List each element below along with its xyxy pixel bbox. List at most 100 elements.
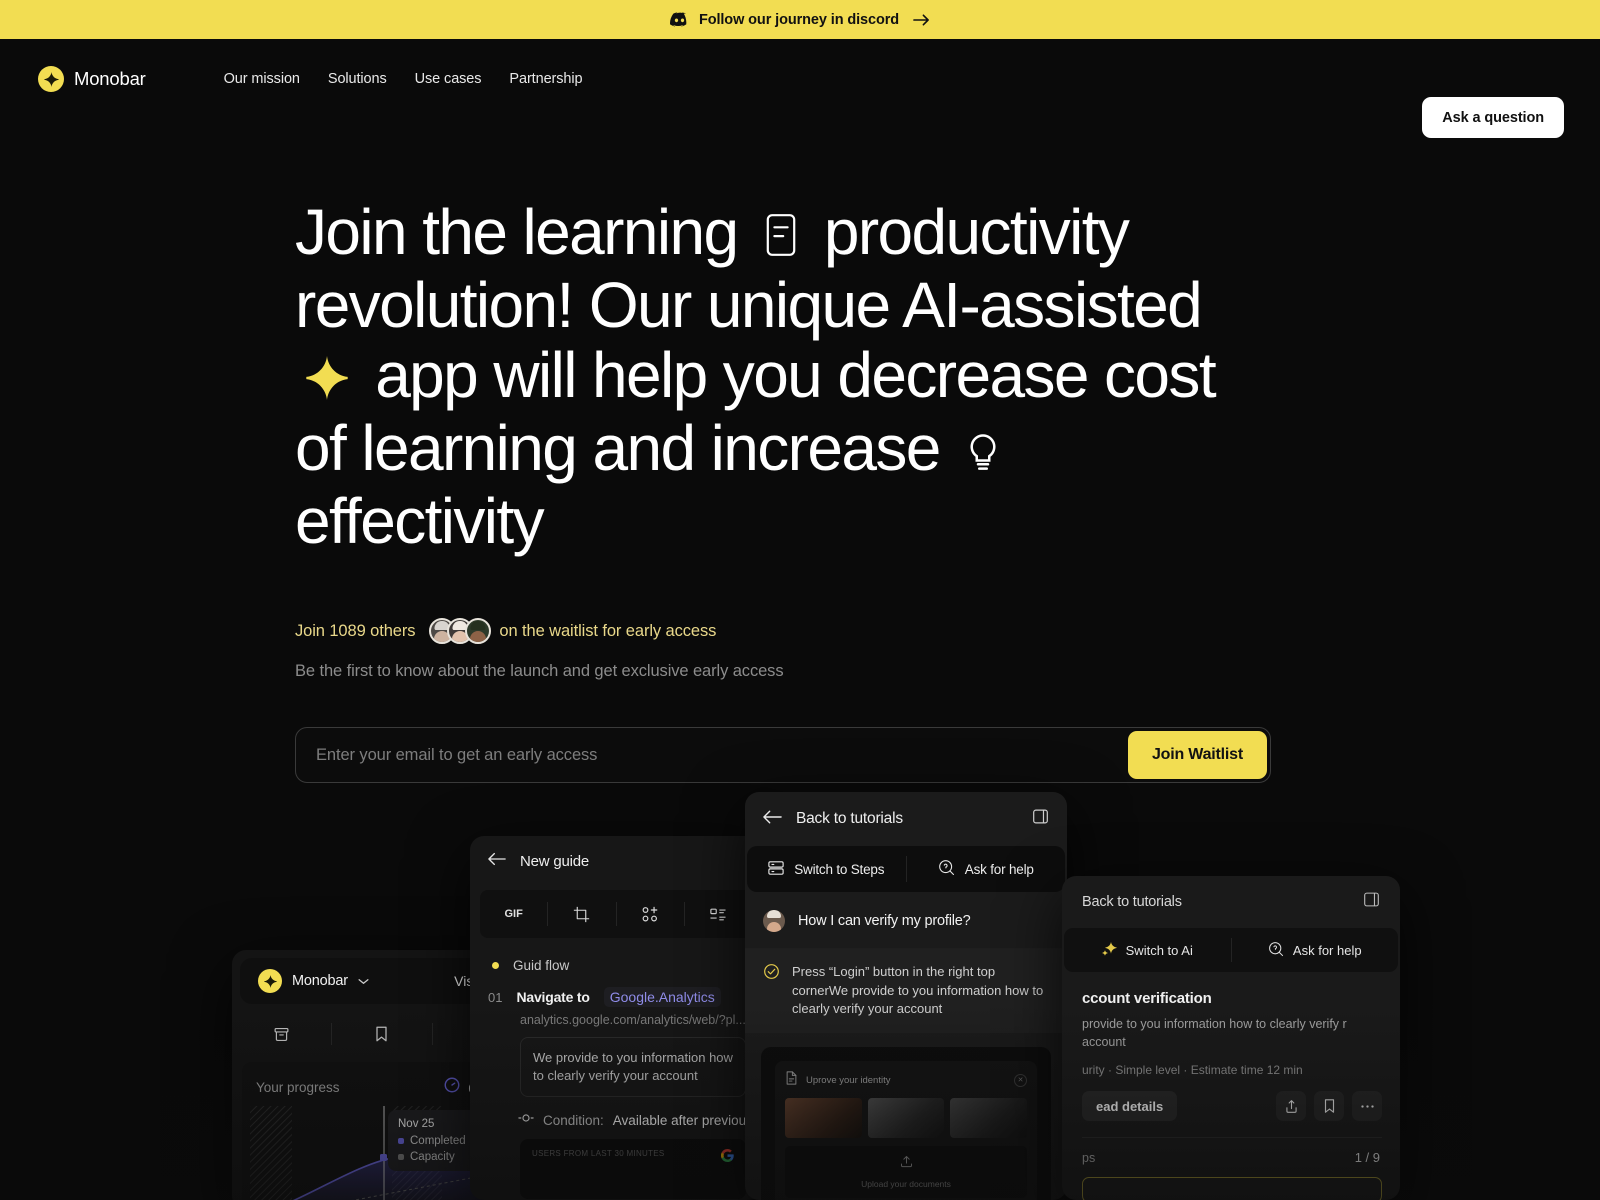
list-icon[interactable]: [685, 902, 752, 926]
upload-dropzone-label: Upload your documents: [861, 1179, 951, 1189]
panel-toggle-icon[interactable]: [1363, 891, 1380, 913]
hero-section: Join the learning productivity revolutio…: [0, 119, 1600, 783]
announcement-banner[interactable]: Follow our journey in discord: [0, 0, 1600, 39]
chat-tabs: Switch to Steps Ask for help: [747, 846, 1065, 892]
chat-question: How I can verify my profile?: [798, 913, 971, 929]
guide-step: 01 Navigate to Google.Analytics: [470, 973, 762, 1007]
nav-item-use-cases[interactable]: Use cases: [415, 71, 482, 87]
headline-part-4: effectivity: [295, 485, 545, 557]
product-mockups: Monobar Visit site: [0, 760, 1600, 1200]
chevron-down-icon[interactable]: [358, 972, 369, 990]
chat-answer-row: Press “Login” button in the right top co…: [745, 948, 1067, 1033]
guide-flow-label: Guid flow: [513, 958, 570, 973]
bookmark-icon[interactable]: [1314, 1091, 1344, 1121]
tutorial-back-title[interactable]: Back to tutorials: [1082, 894, 1182, 910]
social-proof-row: Join 1089 others on the waitlist for ear…: [295, 618, 1600, 644]
step-condition: Condition: Available after previous: [470, 1097, 762, 1129]
dashboard-brand: Monobar: [292, 973, 348, 989]
social-proof-prefix: Join 1089 others: [295, 621, 416, 640]
condition-label: Condition:: [543, 1112, 604, 1128]
condition-icon: [518, 1111, 534, 1129]
help-search-icon: [1268, 941, 1284, 960]
google-logo-icon: [720, 1149, 734, 1167]
switch-to-steps-label: Switch to Steps: [794, 861, 885, 877]
preview-label: USERS FROM LAST 30 MINUTES: [532, 1149, 665, 1158]
tutorial-description: provide to you information how to clearl…: [1082, 1017, 1347, 1049]
ask-for-help-label: Ask for help: [964, 861, 1034, 877]
steps-icon: [768, 860, 784, 879]
nav-item-our-mission[interactable]: Our mission: [224, 71, 300, 87]
document-icon: [785, 1070, 798, 1090]
condition-value: Available after previous: [612, 1112, 753, 1128]
bookmark-icon[interactable]: [332, 1023, 433, 1045]
gif-tool-button[interactable]: GIF: [480, 902, 549, 926]
switch-to-ai-label: Switch to Ai: [1125, 942, 1193, 958]
tutorial-actions: ead details: [1062, 1077, 1400, 1121]
brand-name: Monobar: [74, 68, 146, 89]
add-nodes-icon[interactable]: [617, 902, 685, 926]
guide-flow-row: Guid flow: [470, 942, 762, 973]
status-dot-icon: [492, 962, 499, 969]
chat-attachment-card: Uprove your identity ✕ Upload your docum…: [761, 1046, 1051, 1200]
ask-for-help-tab[interactable]: Ask for help: [907, 856, 1066, 882]
tooltip-series-completed: Completed: [410, 1135, 466, 1147]
tutorial-primary-action[interactable]: [1082, 1177, 1382, 1200]
sparkle-logo-icon: [258, 969, 282, 993]
more-icon[interactable]: [1352, 1091, 1382, 1121]
step-title: Navigate to: [516, 989, 590, 1005]
ask-for-help-tab[interactable]: Ask for help: [1232, 938, 1399, 962]
social-proof-suffix: on the waitlist for early access: [499, 621, 717, 640]
banner-text: Follow our journey in discord: [698, 11, 900, 28]
avatar: [763, 910, 785, 932]
share-icon[interactable]: [1276, 1091, 1306, 1121]
read-details-button[interactable]: ead details: [1082, 1091, 1178, 1121]
chat-question-row: How I can verify my profile?: [745, 892, 1067, 948]
guide-preview-card: USERS FROM LAST 30 MINUTES: [520, 1139, 746, 1199]
step-note: We provide to you information how to cle…: [520, 1037, 746, 1097]
brand-logo[interactable]: Monobar: [38, 66, 146, 92]
guide-toolbar: GIF: [480, 890, 752, 938]
site-header: Monobar Our mission Solutions Use cases …: [0, 39, 1600, 138]
sparkle-logo-icon: [38, 66, 64, 92]
chat-title: Back to tutorials: [796, 810, 903, 827]
panel-toggle-icon[interactable]: [1032, 808, 1049, 830]
sparkle-icon: [1101, 941, 1117, 959]
avatar-group: [429, 618, 492, 644]
upload-icon: [899, 1154, 914, 1174]
ask-a-question-button[interactable]: Ask a question: [1422, 97, 1564, 138]
thumbnail: [950, 1097, 1028, 1138]
crop-icon[interactable]: [548, 902, 617, 926]
step-url: analytics.google.com/analytics/web/?pl..…: [520, 1013, 746, 1027]
arrow-right-icon: [913, 13, 930, 27]
nav-item-partnership[interactable]: Partnership: [509, 71, 582, 87]
page-title: Join the learning productivity revolutio…: [295, 196, 1217, 557]
close-icon[interactable]: ✕: [1014, 1073, 1027, 1087]
tooltip-series-capacity: Capacity: [410, 1151, 455, 1163]
switch-to-steps-tab[interactable]: Switch to Steps: [747, 856, 907, 882]
thumbnail: [785, 1097, 862, 1138]
upload-dropzone[interactable]: Upload your documents: [785, 1145, 1027, 1198]
progress-title: Your progress: [256, 1080, 340, 1095]
tutorial-meta: urity · Simple level · Estimate time 12 …: [1082, 1063, 1303, 1077]
main-nav: Our mission Solutions Use cases Partners…: [224, 71, 583, 87]
progress-ring-icon: [443, 1076, 461, 1099]
avatar: [465, 618, 492, 644]
headline-part-1: Join the learning: [295, 196, 739, 268]
archive-icon[interactable]: [232, 1023, 333, 1045]
nav-item-solutions[interactable]: Solutions: [328, 71, 387, 87]
card-document-icon: [764, 200, 798, 270]
tutorial-footer-label: ps: [1082, 1150, 1096, 1165]
step-target-chip[interactable]: Google.Analytics: [603, 987, 721, 1007]
mockup-chat-panel: Back to tutorials Switch to Steps Ask fo…: [745, 792, 1067, 1200]
arrow-left-icon[interactable]: [763, 810, 782, 829]
arrow-left-icon[interactable]: [488, 852, 506, 871]
lightbulb-icon: [966, 416, 1000, 486]
attachment-thumbnails: [785, 1097, 1028, 1138]
discord-icon: [669, 12, 689, 27]
hero-subtitle: Be the first to know about the launch an…: [295, 662, 784, 680]
tutorial-page-indicator: 1 / 9: [1354, 1150, 1380, 1165]
sparkle-icon: [305, 343, 349, 413]
switch-to-ai-tab[interactable]: Switch to Ai: [1064, 938, 1232, 962]
help-search-icon: [938, 859, 955, 879]
headline-part-3: app will help you decrease cost of learn…: [295, 339, 1217, 484]
